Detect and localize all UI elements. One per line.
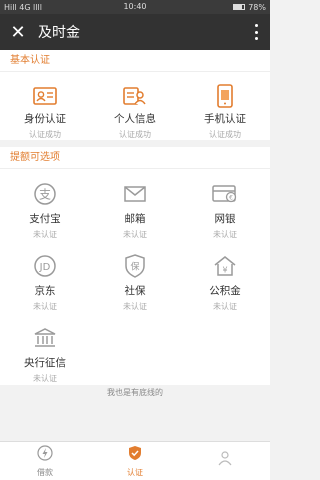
app-bar: ✕ 及时金: [0, 14, 270, 50]
id-card-icon: [30, 82, 60, 109]
verify-item-label: 京东: [34, 285, 56, 297]
verify-item-label: 手机认证: [204, 113, 246, 125]
tab-loan[interactable]: 借款: [0, 442, 90, 480]
verify-item-status: 未认证: [213, 302, 237, 311]
verify-item-housing-fund[interactable]: ¥ 公积金 未认证: [180, 241, 270, 313]
alipay-icon: 支: [30, 179, 60, 209]
bottom-tab-bar: 借款 认证: [0, 441, 270, 480]
verify-item-status: 未认证: [33, 230, 57, 239]
verify-item-label: 邮箱: [124, 213, 146, 225]
verify-item-status: 未认证: [213, 230, 237, 239]
verify-item-status: 未认证: [33, 374, 57, 383]
tab-me[interactable]: [180, 442, 270, 480]
bank-card-icon: €: [210, 179, 240, 209]
verify-item-status: 未认证: [33, 302, 57, 311]
tab-label: 认证: [127, 467, 143, 477]
housing-fund-icon: ¥: [210, 251, 240, 281]
optional-section-title: 提额可选项: [0, 147, 270, 169]
svg-text:保: 保: [130, 261, 139, 273]
tab-label: 借款: [37, 467, 53, 477]
page-title: 及时金: [38, 25, 80, 41]
jd-icon: JD: [30, 251, 60, 281]
more-options-icon[interactable]: [248, 22, 264, 42]
verify-item-mail[interactable]: 邮箱 未认证: [90, 169, 180, 241]
verify-item-label: 央行征信: [24, 357, 66, 369]
svg-text:€: €: [229, 195, 233, 202]
personal-info-icon: [120, 82, 150, 109]
basic-section-title: 基本认证: [0, 50, 270, 72]
credit-bank-icon: [30, 323, 60, 353]
close-icon[interactable]: ✕: [0, 22, 36, 43]
svg-text:¥: ¥: [222, 266, 227, 275]
loan-icon: [37, 444, 53, 465]
tab-verify[interactable]: 认证: [90, 442, 180, 480]
battery-icon: [233, 4, 246, 10]
verify-item-jd[interactable]: JD 京东 未认证: [0, 241, 90, 313]
svg-text:支: 支: [39, 188, 51, 202]
verify-item-credit-bank[interactable]: 央行征信 未认证: [0, 313, 90, 385]
verify-item-phone[interactable]: 手机认证 认证成功: [180, 72, 270, 140]
mail-icon: [120, 179, 150, 209]
verify-item-label: 支付宝: [29, 213, 61, 225]
list-end-note: 我也是有底线的: [0, 385, 270, 401]
verify-item-label: 个人信息: [114, 113, 156, 125]
verify-item-status: 认证成功: [209, 130, 241, 139]
status-bar: Hill 4G llll 10:40 78%: [0, 0, 270, 14]
battery-percent: 78%: [248, 2, 266, 12]
optional-verification-section: 提额可选项 支 支付宝 未认证 邮箱 未认证 € 网银 未认证 JD 京东 未认…: [0, 147, 270, 385]
verify-item-alipay[interactable]: 支 支付宝 未认证: [0, 169, 90, 241]
basic-verification-section: 基本认证 身份认证 认证成功 个人信息 认证成功 手机认证 认证成功: [0, 50, 270, 140]
verify-item-status: 未认证: [123, 230, 147, 239]
verify-item-bank[interactable]: € 网银 未认证: [180, 169, 270, 241]
verify-item-social-security[interactable]: 保 社保 未认证: [90, 241, 180, 313]
verify-item-personal[interactable]: 个人信息 认证成功: [90, 72, 180, 140]
verify-item-label: 网银: [214, 213, 236, 225]
verify-item-status: 未认证: [123, 302, 147, 311]
carrier-signal: Hill 4G llll: [4, 2, 42, 12]
verify-item-label: 身份认证: [24, 113, 66, 125]
verify-item-status: 认证成功: [29, 130, 61, 139]
verify-item-id[interactable]: 身份认证 认证成功: [0, 72, 90, 140]
phone-icon: [210, 82, 240, 109]
verify-icon: [127, 445, 143, 465]
svg-text:JD: JD: [39, 262, 51, 273]
verify-item-label: 社保: [124, 285, 146, 297]
verify-item-label: 公积金: [209, 285, 241, 297]
me-icon: [217, 450, 233, 470]
social-security-icon: 保: [120, 251, 150, 281]
verify-item-status: 认证成功: [119, 130, 151, 139]
